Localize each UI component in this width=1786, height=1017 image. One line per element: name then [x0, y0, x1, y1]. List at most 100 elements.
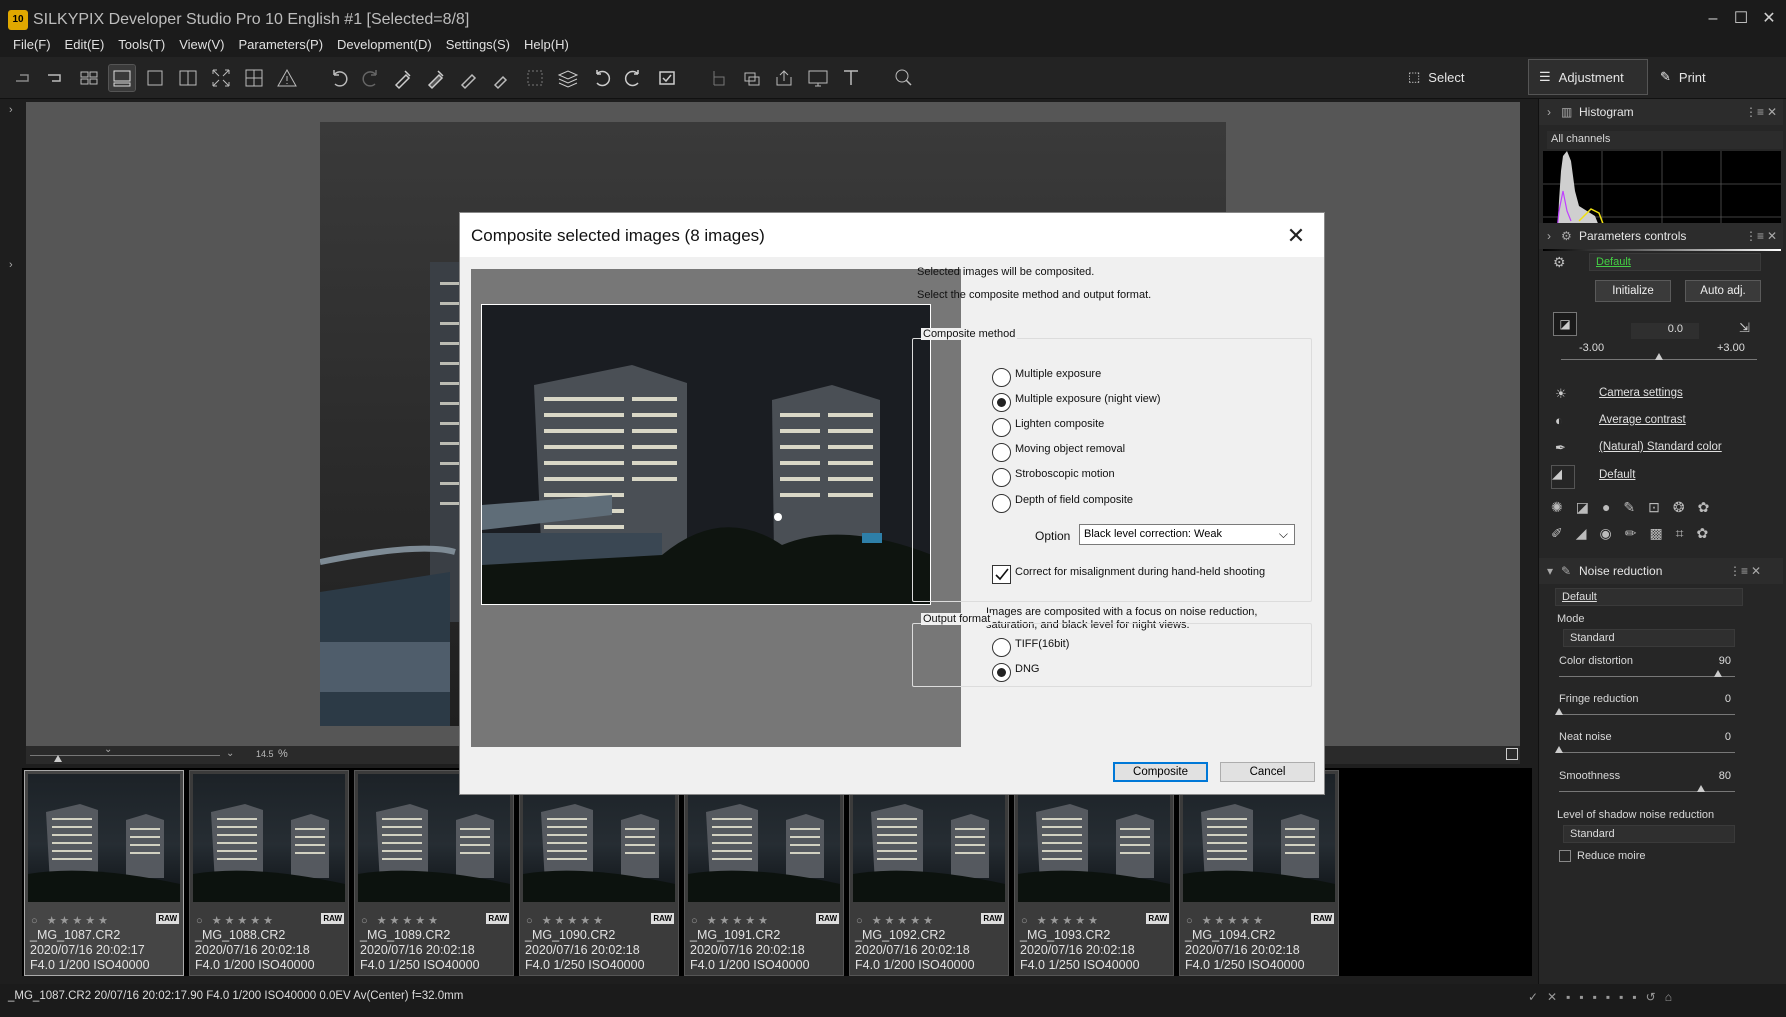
radio-tiff[interactable] [992, 638, 1011, 657]
params-close-icon[interactable]: ✕ [1767, 229, 1777, 243]
noise-close-icon[interactable]: ✕ [1751, 564, 1761, 578]
menu-settings[interactable]: Settings(S) [439, 33, 517, 57]
collapse-noise-icon[interactable]: ▾ [1547, 564, 1553, 578]
maximize-button[interactable]: ☐ [1726, 4, 1756, 34]
filmstrip-view-icon[interactable] [108, 64, 136, 92]
filmstrip-thumb[interactable]: ○ ★★★★★ RAW _MG_1089.CR2 2020/07/16 20:02:1… [354, 770, 514, 976]
contrast-link[interactable]: Average contrast [1599, 414, 1686, 426]
filmstrip-thumb[interactable]: ○ ★★★★★ RAW _MG_1090.CR2 2020/07/16 20:02:1… [519, 770, 679, 976]
back-icon[interactable] [10, 65, 36, 91]
zoom-chevron-icon[interactable]: ⌄ [104, 744, 112, 755]
fullscreen-icon[interactable] [208, 65, 234, 91]
shadow-noise-select[interactable]: Standard [1563, 825, 1735, 843]
menu-edit[interactable]: Edit(E) [58, 33, 112, 57]
cancel-button[interactable]: Cancel [1220, 762, 1315, 782]
crop-icon[interactable] [522, 65, 548, 91]
color-distortion-slider[interactable] [1559, 676, 1735, 677]
smoothness-value[interactable]: 80 [1671, 770, 1731, 782]
layers-icon[interactable] [555, 65, 581, 91]
fringe-value[interactable]: 0 [1671, 693, 1731, 705]
rotate-right-icon[interactable] [621, 65, 647, 91]
compare-view-icon[interactable] [175, 65, 201, 91]
menu-file[interactable]: File(F) [6, 33, 58, 57]
panel-menu-icon[interactable]: ⋮≡ [1745, 105, 1764, 119]
exposure-icon[interactable]: ◪ [1553, 312, 1577, 336]
params-header[interactable]: › ⚙ Parameters controls ⋮≡ ✕ [1539, 223, 1783, 249]
develop-icon[interactable] [706, 65, 732, 91]
grid-view-icon[interactable] [76, 65, 102, 91]
rating-stars[interactable]: ○ ★★★★★ [526, 914, 606, 927]
noise-header[interactable]: ▾ ✎ Noise reduction ⋮≡ ✕ [1539, 558, 1783, 584]
menu-view[interactable]: View(V) [172, 33, 231, 57]
gear-icon[interactable]: ⚙ [1553, 254, 1566, 271]
params-menu-icon[interactable]: ⋮≡ [1745, 229, 1764, 243]
radio-multiple-exposure[interactable] [992, 368, 1011, 387]
color-distortion-value[interactable]: 90 [1671, 655, 1731, 667]
auto-adj-button[interactable]: Auto adj. [1685, 280, 1761, 302]
radio-multiple-exposure-night[interactable] [992, 393, 1011, 412]
text-tool-icon[interactable] [838, 65, 864, 91]
reduce-moire-checkbox[interactable] [1559, 850, 1571, 862]
smoothness-slider[interactable] [1559, 791, 1735, 792]
radio-depth-of-field[interactable] [992, 494, 1011, 513]
redo-icon[interactable] [358, 65, 384, 91]
exposure-value[interactable]: 0.0 [1631, 323, 1699, 339]
expand-left-panel-icon[interactable]: › [9, 259, 13, 271]
grid-overlay-icon[interactable] [241, 65, 267, 91]
single-view-icon[interactable] [142, 65, 168, 91]
brush-icon[interactable] [489, 65, 515, 91]
forward-icon[interactable] [42, 65, 68, 91]
fringe-slider[interactable] [1559, 714, 1735, 715]
noise-mode-select[interactable]: Standard [1563, 629, 1735, 647]
radio-stroboscopic-motion[interactable] [992, 468, 1011, 487]
edit-parameters-icon[interactable] [456, 65, 482, 91]
color-distortion-knob[interactable] [1714, 670, 1722, 677]
filmstrip-thumb[interactable]: ○ ★★★★★ RAW _MG_1091.CR2 2020/07/16 20:02:1… [684, 770, 844, 976]
paste-parameters-icon[interactable] [423, 65, 449, 91]
radio-dng[interactable] [992, 663, 1011, 682]
camera-settings-link[interactable]: Camera settings [1599, 387, 1683, 399]
composite-button[interactable]: Composite [1113, 762, 1208, 782]
preset-select[interactable]: Default [1589, 253, 1761, 271]
panel-close-icon[interactable]: ✕ [1767, 105, 1777, 119]
zoom-dropdown-icon[interactable]: ⌄ [226, 748, 234, 759]
export-icon[interactable] [772, 65, 798, 91]
color-link[interactable]: (Natural) Standard color [1599, 441, 1722, 453]
rating-stars[interactable]: ○ ★★★★★ [1186, 914, 1266, 927]
batch-develop-icon[interactable] [739, 65, 765, 91]
exposure-slider-knob[interactable] [1655, 353, 1663, 360]
tab-select[interactable]: ⬚ Select [1398, 59, 1508, 95]
status-icons[interactable]: ✓✕▪▪▪▪▪▪↺⌂ [1528, 990, 1778, 1006]
sharpness-link[interactable]: Default [1599, 469, 1635, 481]
tool-icons-row-1[interactable]: ✺◪●✎⊡❂✿ [1551, 499, 1775, 516]
expand-icon[interactable]: › [1547, 105, 1551, 119]
noise-preset-select[interactable]: Default [1555, 588, 1743, 606]
histogram-channel-select[interactable]: All channels [1547, 131, 1783, 149]
neat-noise-knob[interactable] [1555, 746, 1563, 753]
filmstrip-thumb[interactable]: ○ ★★★★★ RAW _MG_1092.CR2 2020/07/16 20:02:1… [849, 770, 1009, 976]
undo-icon[interactable] [326, 65, 352, 91]
filmstrip-thumb[interactable]: ○ ★★★★★ RAW _MG_1094.CR2 2020/07/16 20:02:1… [1179, 770, 1339, 976]
radio-lighten-composite[interactable] [992, 418, 1011, 437]
rating-stars[interactable]: ○ ★★★★★ [856, 914, 936, 927]
fit-icon[interactable] [1506, 748, 1518, 760]
zoom-slider-knob[interactable] [54, 755, 62, 762]
rating-stars[interactable]: ○ ★★★★★ [361, 914, 441, 927]
rating-stars[interactable]: ○ ★★★★★ [196, 914, 276, 927]
dialog-close-icon[interactable]: ✕ [1280, 222, 1312, 250]
expand-left-icon[interactable]: › [9, 104, 13, 116]
filmstrip-thumb[interactable]: ○ ★★★★★ RAW _MG_1088.CR2 2020/07/16 20:02:1… [189, 770, 349, 976]
close-window-button[interactable]: ✕ [1754, 4, 1784, 34]
zoom-value[interactable]: 14.5 [256, 749, 274, 759]
minimize-button[interactable]: – [1698, 4, 1728, 34]
exposure-reset-icon[interactable]: ⇲ [1739, 320, 1750, 336]
menu-help[interactable]: Help(H) [517, 33, 576, 57]
expand-params-icon[interactable]: › [1547, 229, 1551, 243]
neat-noise-value[interactable]: 0 [1671, 731, 1731, 743]
fringe-knob[interactable] [1555, 708, 1563, 715]
smoothness-knob[interactable] [1697, 785, 1705, 792]
filmstrip-thumb[interactable]: ○ ★★★★★ RAW _MG_1087.CR2 2020/07/16 20:02:1… [24, 770, 184, 976]
menu-development[interactable]: Development(D) [330, 33, 439, 57]
neat-noise-slider[interactable] [1559, 752, 1735, 753]
tab-adjustment[interactable]: ☰ Adjustment [1528, 59, 1648, 95]
